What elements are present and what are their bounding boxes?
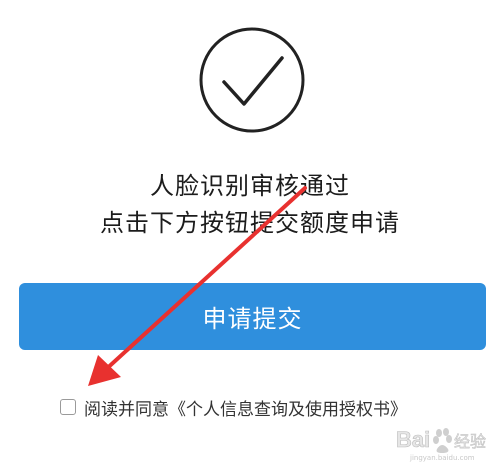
checkmark-circle-icon	[199, 27, 305, 133]
agreement-row: 阅读并同意 《个人信息查询及使用授权书》	[60, 394, 407, 420]
baidu-watermark-logo: Bai 经验 jingyan.baidu.com	[396, 427, 486, 462]
agreement-prefix: 阅读并同意	[84, 399, 169, 420]
svg-text:Bai: Bai	[396, 427, 430, 452]
svg-text:经验: 经验	[454, 432, 486, 451]
authorization-link[interactable]: 《个人信息查询及使用授权书》	[169, 395, 407, 420]
result-subtitle: 点击下方按钮提交额度申请	[100, 209, 400, 237]
svg-text:jingyan.baidu.com: jingyan.baidu.com	[409, 454, 475, 462]
submit-application-button[interactable]: 申请提交	[19, 283, 486, 350]
agreement-checkbox[interactable]	[60, 399, 76, 415]
result-title: 人脸识别审核通过	[150, 172, 350, 200]
